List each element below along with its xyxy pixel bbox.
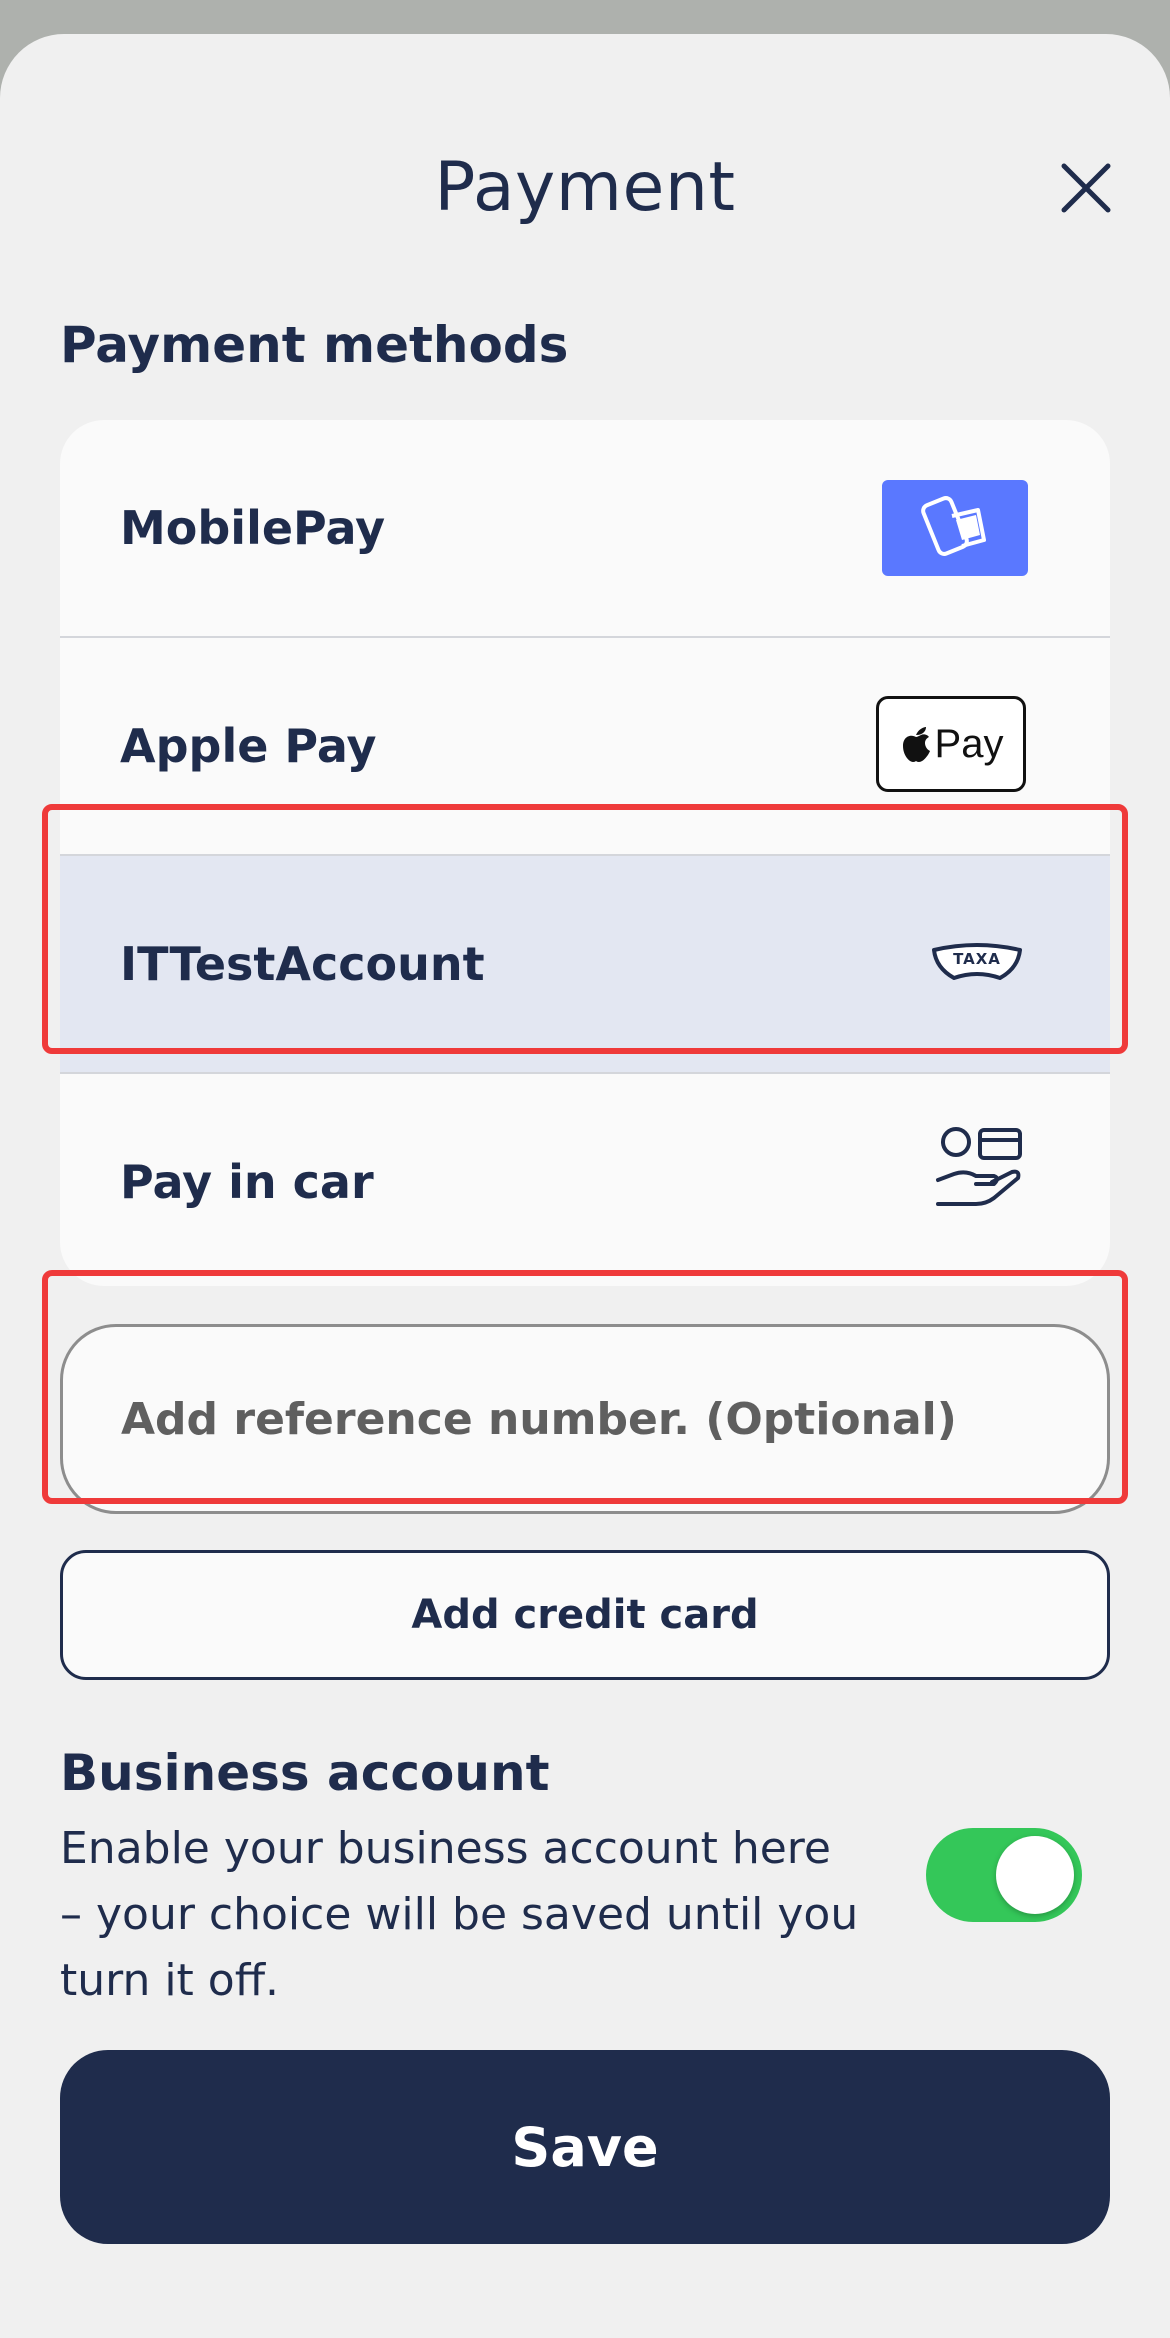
pay-in-car-icon (936, 1127, 1022, 1206)
payment-methods-list: MobilePay Apple Pay Pay ITTestAccount TA… (60, 420, 1110, 1286)
apple-pay-logo-text: Pay (934, 721, 1004, 766)
apple-icon (902, 727, 930, 762)
payment-method-pay-in-car[interactable]: Pay in car (60, 1074, 1110, 1286)
business-account-title: Business account (60, 1744, 550, 1802)
payment-method-mobilepay[interactable]: MobilePay (60, 420, 1110, 636)
payment-method-apple-pay[interactable]: Apple Pay Pay (60, 638, 1110, 854)
business-account-description: Enable your business account here – your… (60, 1823, 859, 2006)
payment-methods-title: Payment methods (60, 316, 569, 374)
payment-method-label: MobilePay (120, 501, 386, 555)
taxa-logo-text: TAXA (953, 950, 1001, 968)
mobilepay-logo-icon (882, 480, 1028, 576)
apple-pay-logo-icon: Pay (876, 696, 1026, 792)
business-account-toggle[interactable] (926, 1828, 1082, 1922)
page-title: Payment (434, 148, 736, 227)
toggle-knob (996, 1836, 1074, 1914)
payment-method-ittestaccount[interactable]: ITTestAccount TAXA (60, 856, 1110, 1072)
payment-method-label: Pay in car (120, 1155, 374, 1209)
payment-method-label: Apple Pay (120, 719, 377, 773)
close-icon[interactable] (1058, 160, 1114, 216)
reference-number-input[interactable] (60, 1324, 1110, 1514)
payment-method-label: ITTestAccount (120, 937, 485, 991)
payment-sheet: Payment Payment methods MobilePay Apple … (0, 34, 1170, 2338)
save-button[interactable]: Save (60, 2050, 1110, 2244)
taxa-logo-icon: TAXA (930, 938, 1024, 984)
add-credit-card-button[interactable]: Add credit card (60, 1550, 1110, 1680)
